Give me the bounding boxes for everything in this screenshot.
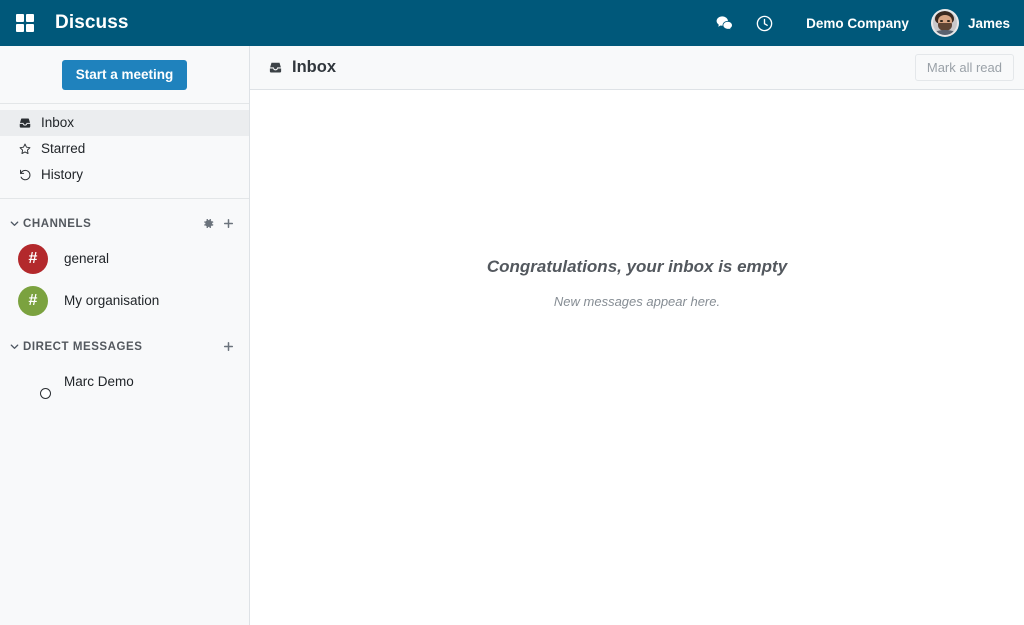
avatar [930, 9, 959, 37]
sidebar-item-history[interactable]: History [0, 162, 249, 188]
direct-message-item-marc-demo[interactable]: Marc Demo [0, 361, 249, 403]
plus-icon[interactable] [222, 340, 235, 353]
chevron-down-icon [5, 218, 23, 229]
empty-state-subtitle: New messages appear here. [553, 293, 721, 309]
channels-section-title: CHANNELS [23, 217, 92, 230]
direct-messages-section-actions [222, 340, 235, 353]
gear-icon[interactable] [202, 217, 215, 230]
star-outline-icon [17, 142, 32, 156]
history-undo-icon [17, 168, 32, 182]
channel-label: general [64, 251, 110, 266]
main-header: Inbox Mark all read [250, 46, 1024, 90]
user-name-label: James [967, 15, 1010, 31]
sidebar-header: Start a meeting [0, 46, 249, 104]
empty-state-title: Congratulations, your inbox is empty [486, 256, 788, 276]
mark-all-read-button[interactable]: Mark all read [914, 54, 1014, 81]
channel-hash-avatar: # [18, 285, 48, 316]
channels-section-header[interactable]: CHANNELS [0, 210, 249, 238]
sidebar-item-starred[interactable]: Starred [0, 136, 249, 162]
channel-item-general[interactable]: # general [0, 238, 249, 280]
dm-avatar-wrapper [18, 367, 51, 399]
channel-hash-avatar: # [18, 243, 48, 274]
start-meeting-button[interactable]: Start a meeting [61, 60, 188, 90]
status-badge-offline [40, 387, 51, 399]
plus-icon[interactable] [222, 217, 235, 230]
app-brand-title[interactable]: Discuss [55, 12, 129, 34]
direct-messages-section-header[interactable]: DIRECT MESSAGES [0, 333, 249, 361]
clock-icon [756, 15, 772, 31]
sidebar-divider [0, 197, 249, 199]
inbox-tray-icon [17, 116, 32, 130]
chat-bubbles-icon [716, 15, 733, 31]
navbar-right-group: Demo Company James [704, 3, 1010, 43]
sidebar-nav-list: Inbox Starred History [0, 104, 249, 196]
inbox-empty-state: Congratulations, your inbox is empty New… [250, 90, 1024, 625]
sidebar-item-label: Inbox [41, 115, 75, 130]
sidebar-item-label: History [41, 167, 84, 182]
channel-label: My organisation [64, 293, 160, 308]
chevron-down-icon [5, 341, 23, 352]
direct-messages-section-title: DIRECT MESSAGES [23, 340, 143, 353]
channels-section-actions [202, 217, 235, 230]
sidebar: Start a meeting Inbox Starred History CH… [0, 46, 250, 625]
inbox-tray-icon [268, 60, 283, 75]
channel-item-my-organisation[interactable]: # My organisation [0, 280, 249, 322]
top-navbar: Discuss Demo Company James [0, 0, 1024, 46]
messages-menu-button[interactable] [704, 3, 744, 43]
sidebar-item-inbox[interactable]: Inbox [0, 109, 249, 136]
page-title: Inbox [292, 58, 336, 76]
direct-message-label: Marc Demo [64, 374, 134, 389]
main-content: Inbox Mark all read Congratulations, you… [250, 46, 1024, 625]
company-switcher[interactable]: Demo Company [784, 16, 925, 31]
activities-menu-button[interactable] [744, 3, 784, 43]
user-menu[interactable]: James [925, 9, 1010, 37]
sidebar-item-label: Starred [41, 141, 86, 156]
grid-apps-icon [16, 14, 34, 32]
app-body: Start a meeting Inbox Starred History CH… [0, 46, 1024, 625]
apps-menu-button[interactable] [8, 6, 42, 40]
